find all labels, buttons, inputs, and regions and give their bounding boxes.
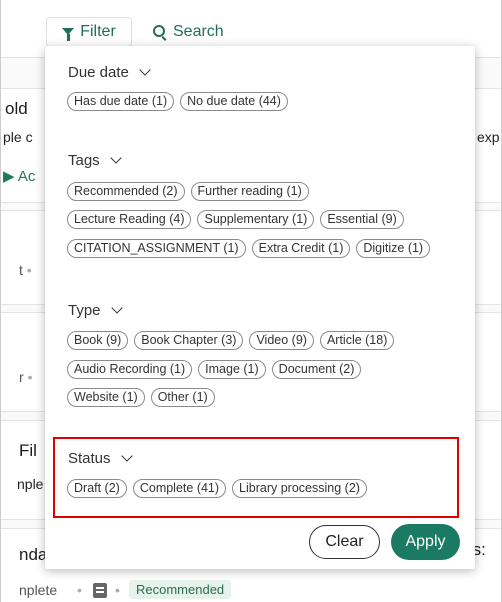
filter-group-due-date-header[interactable]: Due date — [68, 64, 151, 81]
chevron-down-icon[interactable] — [110, 302, 123, 314]
filter-chip-audio-recording[interactable]: Audio Recording (1) — [67, 360, 193, 379]
filter-chip-has-due-date[interactable]: Has due date (1) — [67, 92, 175, 111]
filter-chip-lecture-reading[interactable]: Lecture Reading (4) — [67, 210, 192, 229]
search-icon — [153, 25, 165, 37]
separator: • — [115, 582, 120, 598]
filter-chip-book[interactable]: Book (9) — [67, 331, 129, 350]
separator: • — [77, 582, 82, 598]
filter-group-title: Type — [68, 302, 101, 319]
tags-chips-row: CITATION_ASSIGNMENT (1) Extra Credit (1)… — [67, 239, 431, 258]
status-text: nplete — [19, 582, 58, 598]
filter-group-type-header[interactable]: Type — [68, 302, 123, 319]
filter-chip-recommended[interactable]: Recommended (2) — [67, 182, 185, 201]
filter-chip-library-processing[interactable]: Library processing (2) — [232, 479, 367, 498]
clear-button[interactable]: Clear — [309, 525, 380, 559]
due-date-chips: Has due date (1) No due date (44) — [67, 92, 288, 111]
filter-button-label: Filter — [80, 23, 116, 40]
tags-chips-row: Recommended (2) Further reading (1) — [67, 182, 309, 201]
filter-chip-complete[interactable]: Complete (41) — [132, 479, 227, 498]
type-chips-row: Audio Recording (1) Image (1) Document (… — [67, 360, 362, 379]
note-icon — [93, 583, 107, 598]
list-item-text: nple — [17, 476, 44, 492]
filter-group-title: Tags — [68, 152, 100, 169]
filter-group-tags-header[interactable]: Tags — [68, 152, 122, 169]
filter-chip-no-due-date[interactable]: No due date (44) — [180, 92, 288, 111]
list-item-text: ple c — [3, 129, 33, 145]
filter-chip-other[interactable]: Other (1) — [150, 388, 215, 407]
list-item-text: r • — [19, 369, 33, 385]
search-button-label: Search — [173, 23, 224, 40]
type-chips-row: Website (1) Other (1) — [67, 388, 215, 407]
list-item-text-right: exp — [477, 129, 500, 145]
chevron-down-icon[interactable] — [120, 450, 133, 462]
list-item-action[interactable]: ▶ Ac — [3, 167, 35, 185]
filter-chip-article[interactable]: Article (18) — [319, 331, 395, 350]
filter-chip-citation-assignment[interactable]: CITATION_ASSIGNMENT (1) — [67, 239, 246, 258]
tags-chips-row: Lecture Reading (4) Supplementary (1) Es… — [67, 210, 404, 229]
apply-button[interactable]: Apply — [391, 524, 460, 560]
filter-chip-extra-credit[interactable]: Extra Credit (1) — [251, 239, 351, 258]
list-item-title: old — [5, 99, 28, 118]
list-item-title: Fil — [19, 441, 37, 460]
filter-group-title: Due date — [68, 64, 129, 81]
filter-chip-video[interactable]: Video (9) — [249, 331, 314, 350]
type-chips-row: Book (9) Book Chapter (3) Video (9) Arti… — [67, 331, 395, 350]
filter-chip-supplementary[interactable]: Supplementary (1) — [197, 210, 315, 229]
filter-chip-book-chapter[interactable]: Book Chapter (3) — [134, 331, 244, 350]
filter-group-title: Status — [68, 450, 111, 467]
filter-chip-image[interactable]: Image (1) — [198, 360, 266, 379]
tag-badge: Recommended — [129, 580, 232, 599]
funnel-icon — [62, 27, 75, 41]
chevron-down-icon[interactable] — [139, 64, 151, 76]
filter-chip-website[interactable]: Website (1) — [67, 388, 145, 407]
filter-chip-further-reading[interactable]: Further reading (1) — [190, 182, 309, 201]
chevron-down-icon[interactable] — [110, 152, 122, 164]
filter-chip-digitize[interactable]: Digitize (1) — [356, 239, 431, 258]
filter-chip-essential[interactable]: Essential (9) — [320, 210, 404, 229]
filter-chip-document[interactable]: Document (2) — [271, 360, 362, 379]
filter-popover: Due date Has due date (1) No due date (4… — [45, 46, 475, 569]
list-item-title: nda — [19, 545, 48, 564]
status-chips: Draft (2) Complete (41) Library processi… — [67, 479, 367, 498]
filter-button[interactable]: Filter — [46, 17, 132, 47]
filter-group-status-header[interactable]: Status — [68, 450, 133, 467]
filter-chip-draft[interactable]: Draft (2) — [67, 479, 127, 498]
list-item-text: t • — [19, 262, 32, 278]
search-button[interactable]: Search — [153, 17, 224, 47]
